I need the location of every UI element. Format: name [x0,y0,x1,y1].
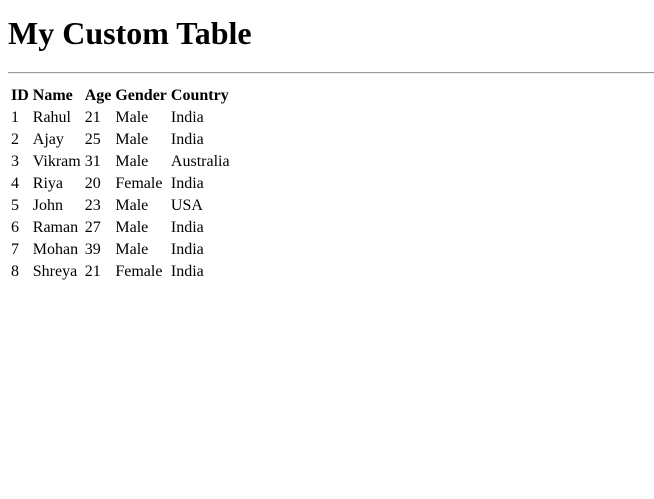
cell-name: Vikram [32,153,81,170]
cell-age: 21 [84,263,101,280]
cell-gender: Male [115,219,149,236]
cell-name: Ajay [32,131,64,148]
cell-id: 6 [11,219,19,236]
cell-id: 5 [11,197,19,214]
cell-country: India [170,175,204,192]
cell-gender: Female [115,175,163,192]
cell-id: 8 [11,263,19,280]
table-row: 1 Rahul 21 Male India [10,108,231,128]
column-header-id: ID [11,87,29,104]
cell-country: India [170,219,204,236]
cell-id: 1 [11,109,19,126]
column-header-gender: Gender [115,87,167,104]
cell-age: 25 [84,131,101,148]
cell-name: John [32,197,64,214]
table-row: 3 Vikram 31 Male Australia [10,152,231,172]
cell-gender: Male [115,241,149,258]
cell-country: USA [170,197,203,214]
table-row: 7 Mohan 39 Male India [10,240,231,260]
page-title: My Custom Table [8,15,252,51]
cell-gender: Male [115,153,149,170]
cell-id: 7 [11,241,19,258]
table-row: 5 John 23 Male USA [10,196,231,216]
cell-age: 20 [84,175,101,192]
table-header-row: ID Name Age Gender Country [10,86,231,106]
cell-age: 39 [84,241,101,258]
table-body: 1 Rahul 21 Male India 2 Ajay 25 Male Ind… [10,108,231,282]
cell-country: Australia [170,153,230,170]
cell-id: 4 [11,175,19,192]
table-header: ID Name Age Gender Country [10,86,231,106]
cell-country: India [170,263,204,280]
cell-name: Riya [32,175,63,192]
cell-age: 23 [84,197,101,214]
cell-age: 31 [84,153,101,170]
cell-name: Shreya [32,263,78,280]
table-row: 2 Ajay 25 Male India [10,130,231,150]
column-header-name: Name [32,87,73,104]
data-table: ID Name Age Gender Country 1 Rahul 21 Ma… [8,84,233,284]
cell-gender: Male [115,131,149,148]
table-row: 4 Riya 20 Female India [10,174,231,194]
cell-id: 2 [11,131,19,148]
cell-gender: Female [115,263,163,280]
table-row: 6 Raman 27 Male India [10,218,231,238]
column-header-age: Age [84,87,112,104]
cell-age: 27 [84,219,101,236]
cell-gender: Male [115,197,149,214]
divider [8,72,654,74]
column-header-country: Country [170,87,229,104]
cell-name: Raman [32,219,79,236]
cell-gender: Male [115,109,149,126]
cell-country: India [170,131,204,148]
cell-name: Mohan [32,241,79,258]
cell-age: 21 [84,109,101,126]
cell-country: India [170,109,204,126]
table-row: 8 Shreya 21 Female India [10,262,231,282]
cell-name: Rahul [32,109,71,126]
cell-id: 3 [11,153,19,170]
cell-country: India [170,241,204,258]
